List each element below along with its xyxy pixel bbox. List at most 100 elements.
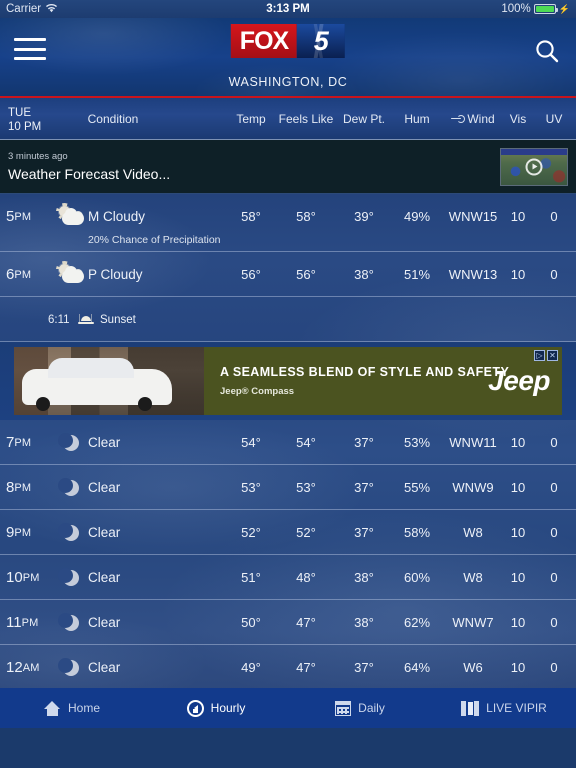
video-title: Weather Forecast Video... (8, 166, 171, 182)
header-day-cell: TUE 10 PM (8, 106, 41, 134)
ad-close-icon[interactable]: ✕ (547, 350, 558, 361)
ad-brand-logo: Jeep (488, 365, 550, 396)
row-wind: W6 (463, 660, 483, 675)
column-header-row: TUE 10 PM Condition Temp Feels Like Dew … (0, 96, 576, 140)
table-row[interactable]: 7 PM Clear 54° 54° 37° 53% WNW11 10 0 (0, 420, 576, 465)
moon-icon (56, 555, 86, 600)
row-condition: Clear (88, 480, 121, 495)
row-condition: P Cloudy (88, 267, 143, 282)
status-carrier-group: Carrier (6, 3, 58, 16)
table-row[interactable]: 9 PM Clear 52° 52° 37° 58% W8 10 0 (0, 510, 576, 555)
row-dew-point: 37° (354, 435, 374, 450)
header-uv: UV (545, 111, 563, 126)
tab-live-vipir[interactable]: LIVE VIPIR (432, 700, 576, 716)
row-feels-like: 52° (296, 525, 316, 540)
play-icon[interactable] (525, 158, 543, 175)
row-temp: 51° (241, 570, 261, 585)
row-uv: 0 (550, 267, 558, 282)
header-visibility: Vis (509, 111, 527, 126)
row-feels-like: 56° (296, 267, 316, 282)
tab-daily[interactable]: Daily (288, 700, 432, 716)
logo-five-text: 5 (313, 25, 329, 56)
moon-icon (56, 645, 86, 690)
tab-home[interactable]: Home (0, 700, 144, 716)
sunset-row: 6:11 Sunset (0, 297, 576, 342)
row-humidity: 49% (403, 209, 431, 224)
sunset-label: Sunset (100, 313, 136, 326)
advertisement-banner[interactable]: A SEAMLESS BLEND OF STYLE AND SAFETY Jee… (0, 342, 576, 420)
ad-controls[interactable]: ▷ ✕ (534, 350, 558, 361)
app-header: FOX 5 WASHINGTON, DC (0, 18, 576, 96)
bottom-tab-bar: Home Hourly Daily LIVE VIPIR (0, 688, 576, 728)
map-icon (461, 700, 480, 716)
table-row[interactable]: 5 PM M Cloudy 58° 58° 39° 49% WNW15 10 0 … (0, 194, 576, 252)
video-thumbnail[interactable] (500, 147, 568, 186)
row-feels-like: 54° (296, 435, 316, 450)
row-uv: 0 (550, 570, 558, 585)
row-hour: 5 PM (6, 208, 32, 225)
row-wind: WNW7 (452, 615, 494, 630)
row-condition: Clear (88, 660, 121, 675)
row-hour: 6 PM (6, 266, 32, 283)
weather-video-banner[interactable]: 3 minutes ago Weather Forecast Video... (0, 140, 576, 194)
search-icon[interactable] (534, 38, 560, 64)
row-visibility: 10 (510, 660, 526, 675)
row-hour: 10 PM (6, 569, 40, 586)
video-timestamp: 3 minutes ago (8, 151, 68, 162)
row-humidity: 53% (403, 435, 431, 450)
row-temp: 54° (241, 435, 261, 450)
row-condition: Clear (88, 525, 121, 540)
sunset-icon (78, 297, 94, 342)
city-label: WASHINGTON, DC (228, 75, 348, 89)
row-visibility: 10 (510, 267, 526, 282)
row-feels-like: 58° (296, 209, 316, 224)
video-text-group: 3 minutes ago Weather Forecast Video... (8, 151, 500, 182)
header-wind-group: Wind (444, 112, 502, 126)
logo-fox-text: FOX (230, 24, 298, 58)
row-dew-point: 37° (354, 480, 374, 495)
ad-body: A SEAMLESS BLEND OF STYLE AND SAFETY Jee… (204, 347, 562, 415)
moon-icon (56, 420, 86, 465)
hourly-forecast-list[interactable]: 5 PM M Cloudy 58° 58° 39° 49% WNW15 10 0 … (0, 194, 576, 728)
table-row[interactable]: 12 AM Clear 49° 47° 37° 64% W6 10 0 (0, 645, 576, 690)
row-dew-point: 38° (354, 267, 374, 282)
table-row[interactable]: 10 PM Clear 51° 48° 38° 60% W8 10 0 (0, 555, 576, 600)
wind-icon (451, 115, 466, 123)
row-temp: 58° (241, 209, 261, 224)
row-humidity: 51% (403, 267, 431, 282)
fox5-logo: FOX 5 (230, 24, 346, 58)
table-row[interactable]: 11 PM Clear 50° 47° 38° 62% WNW7 10 0 (0, 600, 576, 645)
row-feels-like: 47° (296, 615, 316, 630)
row-hour: 7 PM (6, 434, 32, 451)
carrier-label: Carrier (6, 3, 42, 15)
row-temp: 49° (241, 660, 261, 675)
header-feels-like: Feels Like (278, 111, 334, 126)
row-hour: 12 AM (6, 659, 40, 676)
hamburger-menu-icon[interactable] (14, 38, 46, 60)
row-feels-like: 53° (296, 480, 316, 495)
row-wind: WNW15 (448, 209, 498, 224)
partly-cloudy-icon (56, 194, 86, 239)
row-uv: 0 (550, 525, 558, 540)
row-visibility: 10 (510, 570, 526, 585)
row-wind: W8 (463, 570, 483, 585)
calendar-icon (335, 700, 352, 716)
row-uv: 0 (550, 615, 558, 630)
row-uv: 0 (550, 660, 558, 675)
row-condition: Clear (88, 570, 121, 585)
ad-info-icon[interactable]: ▷ (534, 350, 545, 361)
tab-hourly-label: Hourly (210, 701, 246, 715)
table-row[interactable]: 6 PM P Cloudy 56° 56° 38° 51% WNW13 10 0 (0, 252, 576, 297)
row-humidity: 60% (403, 570, 431, 585)
row-dew-point: 37° (354, 660, 374, 675)
row-precip-note: 20% Chance of Precipitation (88, 234, 221, 246)
row-visibility: 10 (510, 435, 526, 450)
row-dew-point: 38° (354, 570, 374, 585)
ad-box[interactable]: A SEAMLESS BLEND OF STYLE AND SAFETY Jee… (14, 347, 562, 415)
row-wind: WNW13 (448, 267, 498, 282)
status-time: 3:13 PM (266, 3, 310, 15)
tab-hourly[interactable]: Hourly (144, 699, 288, 717)
table-row[interactable]: 8 PM Clear 53° 53° 37° 55% WNW9 10 0 (0, 465, 576, 510)
row-feels-like: 47° (296, 660, 316, 675)
row-hour: 11 PM (6, 614, 39, 631)
